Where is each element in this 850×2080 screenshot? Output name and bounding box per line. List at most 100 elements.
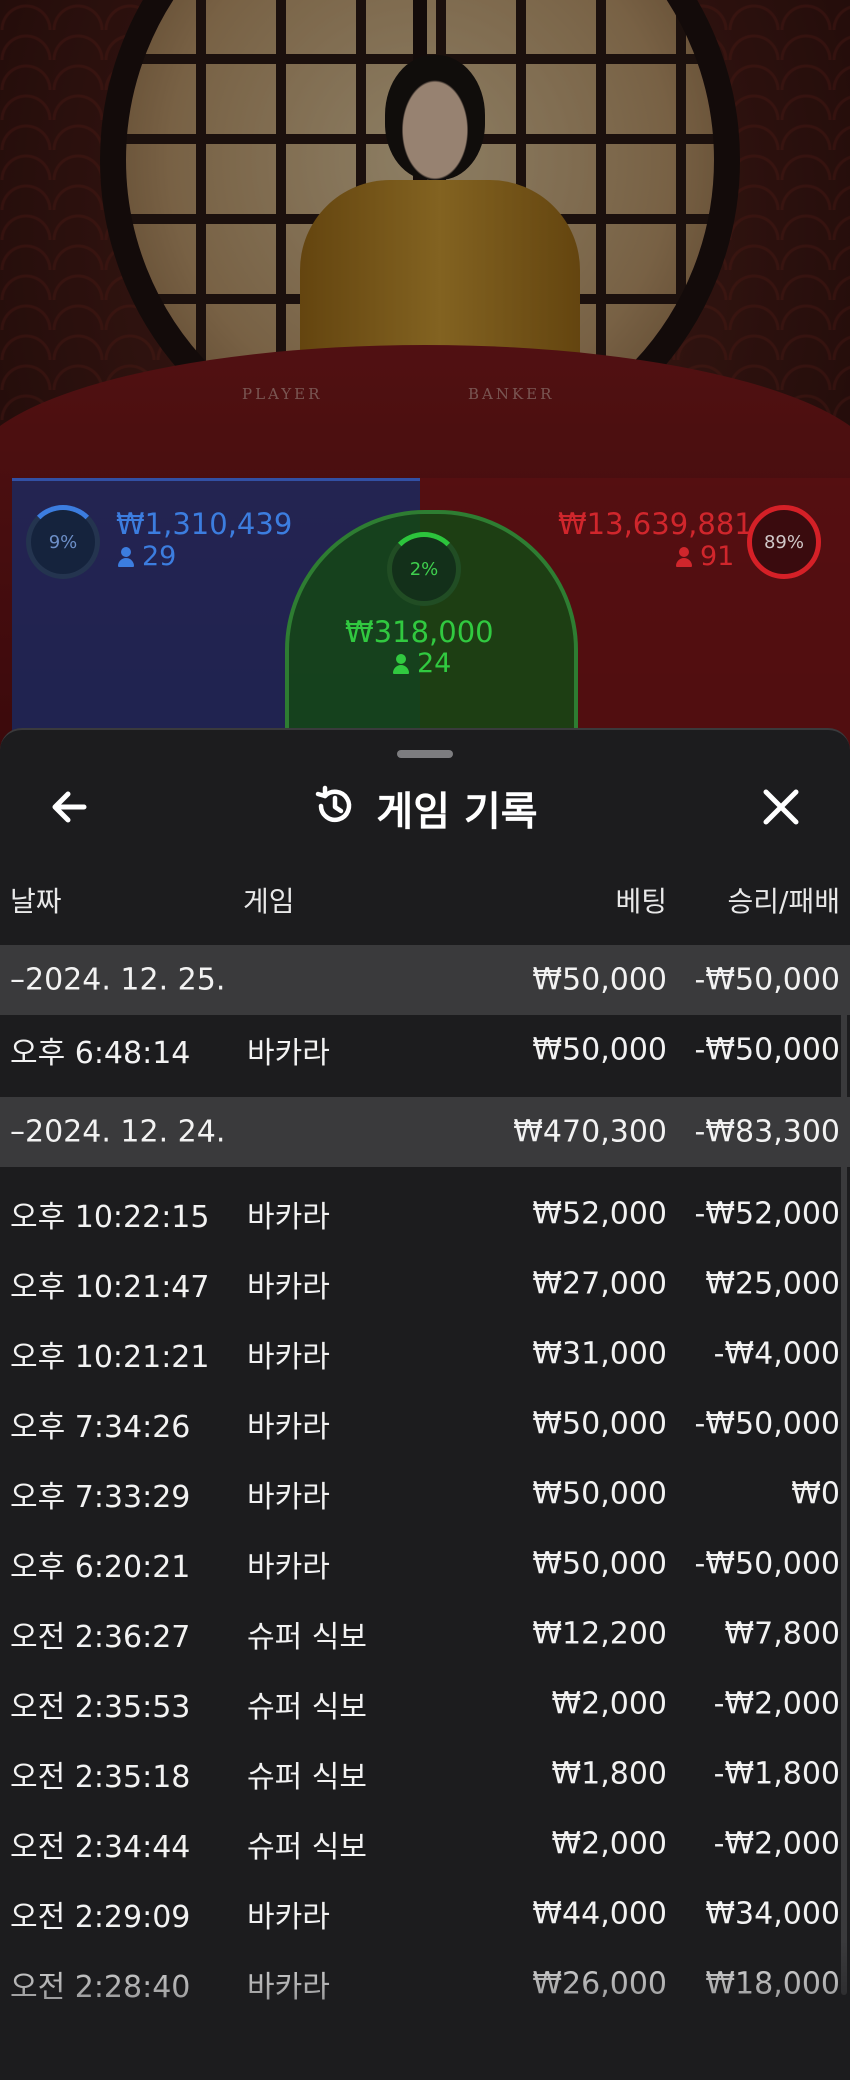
row-win-loss: -₩50,000 xyxy=(694,1406,840,1442)
table-row[interactable]: 오후 6:48:14 바카라 ₩50,000 -₩50,000 xyxy=(0,1015,850,1085)
table-row[interactable]: 오전 2:35:53 슈퍼 식보 ₩2,000 -₩2,000 xyxy=(0,1669,850,1739)
row-game: 슈퍼 식보 xyxy=(247,1830,367,1865)
row-bet: ₩50,000 xyxy=(532,1406,667,1442)
group-bet-total: ₩470,300 xyxy=(513,1114,667,1150)
row-bet: ₩50,000 xyxy=(532,1032,667,1068)
row-win-loss: -₩2,000 xyxy=(713,1826,840,1862)
row-bet: ₩2,000 xyxy=(551,1826,667,1862)
row-game: 바카라 xyxy=(247,1410,330,1445)
row-time: 오전 2:28:40 xyxy=(10,1970,191,2005)
row-game: 바카라 xyxy=(247,1270,330,1305)
person-icon xyxy=(393,654,409,674)
history-column-headers: 날짜 게임 베팅 승리/패배 xyxy=(0,880,850,920)
banker-bettor-count: 91 xyxy=(676,541,734,572)
column-game: 게임 xyxy=(243,885,295,918)
banker-bet-amount: ₩13,639,881 xyxy=(558,507,753,541)
column-date: 날짜 xyxy=(10,885,62,918)
row-win-loss: -₩1,800 xyxy=(713,1756,840,1792)
column-win-loss: 승리/패배 xyxy=(727,885,840,918)
row-game: 슈퍼 식보 xyxy=(247,1690,367,1725)
row-bet: ₩52,000 xyxy=(532,1196,667,1232)
close-icon[interactable] xyxy=(756,782,806,832)
row-bet: ₩12,200 xyxy=(532,1616,667,1652)
row-time: 오전 2:29:09 xyxy=(10,1900,191,1935)
sheet-title: 게임 기록 xyxy=(376,789,538,835)
banker-count-value: 91 xyxy=(700,541,735,572)
tie-percent-ring: 2% xyxy=(387,532,461,606)
player-bet-amount: ₩1,310,439 xyxy=(116,507,293,541)
group-win-loss-total: -₩83,300 xyxy=(694,1114,840,1150)
group-win-loss-total: -₩50,000 xyxy=(694,962,840,998)
row-bet: ₩31,000 xyxy=(532,1336,667,1372)
row-game: 바카라 xyxy=(247,1550,330,1585)
row-time: 오후 10:21:47 xyxy=(10,1270,210,1305)
table-row[interactable]: 오전 2:36:27 슈퍼 식보 ₩12,200 ₩7,800 xyxy=(0,1599,850,1669)
table-row[interactable]: 오후 10:21:21 바카라 ₩31,000 -₩4,000 xyxy=(0,1319,850,1389)
banker-percent-ring: 89% xyxy=(747,505,821,579)
person-icon xyxy=(118,547,134,567)
row-time: 오후 7:34:26 xyxy=(10,1410,191,1445)
history-icon xyxy=(312,783,358,833)
row-win-loss: -₩4,000 xyxy=(713,1336,840,1372)
tie-percent: 2% xyxy=(409,558,439,580)
table-row[interactable]: 오후 7:34:26 바카라 ₩50,000 -₩50,000 xyxy=(0,1389,850,1459)
table-row[interactable]: 오전 2:34:44 슈퍼 식보 ₩2,000 -₩2,000 xyxy=(0,1809,850,1879)
column-bet: 베팅 xyxy=(615,885,667,918)
row-time: 오후 6:48:14 xyxy=(10,1036,191,1071)
row-win-loss: -₩2,000 xyxy=(713,1686,840,1722)
banker-percent: 89% xyxy=(763,531,804,553)
row-bet: ₩27,000 xyxy=(532,1266,667,1302)
row-time: 오전 2:36:27 xyxy=(10,1620,191,1655)
row-time: 오후 10:22:15 xyxy=(10,1200,210,1235)
table-row[interactable]: 오후 10:22:15 바카라 ₩52,000 -₩52,000 xyxy=(0,1179,850,1249)
sheet-header: 게임 기록 xyxy=(0,778,850,838)
game-history-sheet: 게임 기록 날짜 게임 베팅 승리/패배 –2024. 12. 25. ₩50,… xyxy=(0,728,850,2080)
tie-count-value: 24 xyxy=(417,648,452,679)
table-row[interactable]: 오후 7:33:29 바카라 ₩50,000 ₩0 xyxy=(0,1459,850,1529)
row-game: 바카라 xyxy=(247,1970,330,2005)
row-win-loss: ₩0 xyxy=(791,1476,840,1512)
row-time: 오후 10:21:21 xyxy=(10,1340,210,1375)
row-game: 바카라 xyxy=(247,1900,330,1935)
row-time: 오전 2:34:44 xyxy=(10,1830,191,1865)
row-time: 오전 2:35:53 xyxy=(10,1690,191,1725)
player-percent: 9% xyxy=(48,531,78,553)
row-game: 바카라 xyxy=(247,1340,330,1375)
history-table: –2024. 12. 25. ₩50,000 -₩50,000 오후 6:48:… xyxy=(0,945,850,2019)
row-bet: ₩1,800 xyxy=(551,1756,667,1792)
row-game: 슈퍼 식보 xyxy=(247,1760,367,1795)
table-row[interactable]: 오후 10:21:47 바카라 ₩27,000 ₩25,000 xyxy=(0,1249,850,1319)
group-bet-total: ₩50,000 xyxy=(532,962,667,998)
row-win-loss: ₩25,000 xyxy=(705,1266,840,1302)
table-row[interactable]: 오전 2:29:09 바카라 ₩44,000 ₩34,000 xyxy=(0,1879,850,1949)
table-row[interactable]: 오전 2:28:40 바카라 ₩26,000 ₩18,000 xyxy=(0,1949,850,2019)
group-date: –2024. 12. 24. xyxy=(10,1114,226,1150)
row-game: 바카라 xyxy=(247,1480,330,1515)
row-bet: ₩50,000 xyxy=(532,1546,667,1582)
row-win-loss: -₩50,000 xyxy=(694,1546,840,1582)
row-win-loss: ₩34,000 xyxy=(705,1896,840,1932)
row-bet: ₩2,000 xyxy=(551,1686,667,1722)
row-bet: ₩44,000 xyxy=(532,1896,667,1932)
row-win-loss: -₩52,000 xyxy=(694,1196,840,1232)
date-group-row[interactable]: –2024. 12. 25. ₩50,000 -₩50,000 xyxy=(0,945,850,1015)
person-icon xyxy=(676,547,692,567)
tie-bet-amount: ₩318,000 xyxy=(345,615,494,649)
row-spacer xyxy=(0,1167,850,1179)
player-percent-ring: 9% xyxy=(26,505,100,579)
row-game: 바카라 xyxy=(247,1036,330,1071)
player-count-value: 29 xyxy=(142,541,177,572)
row-time: 오전 2:35:18 xyxy=(10,1760,191,1795)
table-row[interactable]: 오전 2:35:18 슈퍼 식보 ₩1,800 -₩1,800 xyxy=(0,1739,850,1809)
row-spacer xyxy=(0,1085,850,1097)
row-bet: ₩26,000 xyxy=(532,1966,667,2002)
date-group-row[interactable]: –2024. 12. 24. ₩470,300 -₩83,300 xyxy=(0,1097,850,1167)
sheet-drag-handle[interactable] xyxy=(397,750,453,758)
row-game: 바카라 xyxy=(247,1200,330,1235)
tie-bettor-count: 24 xyxy=(393,648,451,679)
table-row[interactable]: 오후 6:20:21 바카라 ₩50,000 -₩50,000 xyxy=(0,1529,850,1599)
player-bettor-count: 29 xyxy=(118,541,176,572)
row-game: 슈퍼 식보 xyxy=(247,1620,367,1655)
row-bet: ₩50,000 xyxy=(532,1476,667,1512)
row-win-loss: ₩18,000 xyxy=(705,1966,840,2002)
